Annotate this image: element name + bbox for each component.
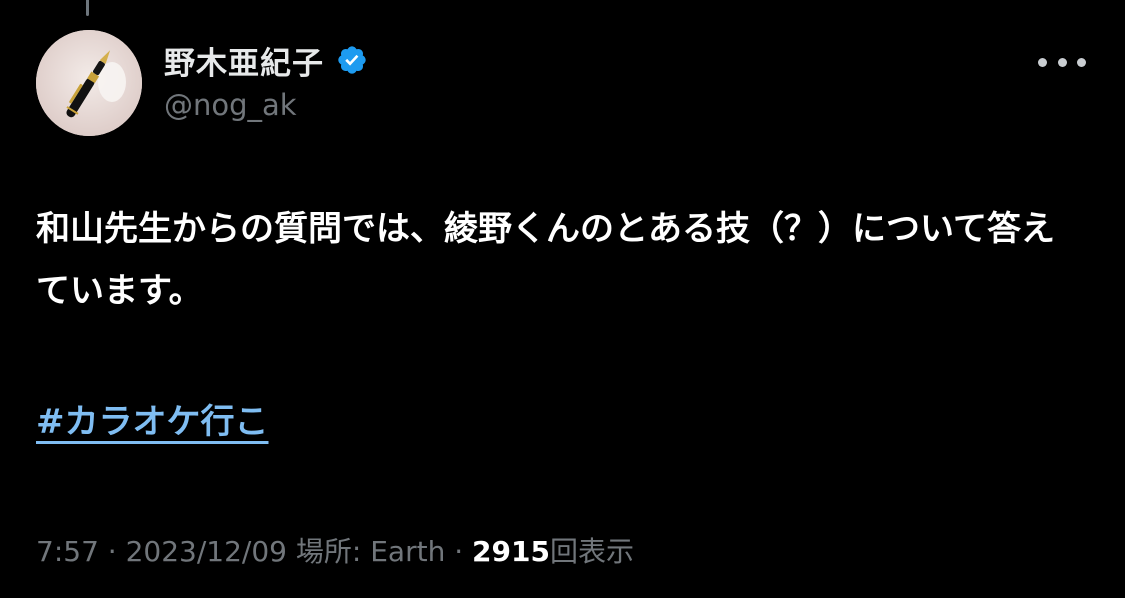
avatar[interactable] [36,30,142,136]
meta-separator: · [454,535,464,568]
tweet-header: 野木亜紀子 @nog_ak [164,38,368,122]
more-dot [1038,57,1047,67]
tweet-date[interactable]: 2023/12/09 [126,535,287,568]
name-row: 野木亜紀子 [164,38,368,82]
meta-separator: · [107,535,117,568]
hashtag-link[interactable]: #カラオケ行こ [36,394,269,443]
more-options-icon[interactable] [1038,50,1086,74]
more-dot [1057,57,1067,67]
views-label: 回表示 [549,535,634,568]
verified-badge-icon[interactable] [336,44,368,76]
more-dot [1077,57,1086,67]
author-display-name[interactable]: 野木亜紀子 [164,38,324,83]
tweet-meta: 7:57 · 2023/12/09 場所: Earth · 2915回表示 [36,530,634,570]
author-handle[interactable]: @nog_ak [164,88,368,122]
fountain-pen-icon [36,30,142,136]
tweet-time[interactable]: 7:57 [36,535,99,568]
tweet-location[interactable]: 場所: Earth [296,535,445,568]
thread-connector-line [86,0,89,16]
tweet-text: 和山先生からの質問では、綾野くんのとある技（？）について答えています。 [36,209,1055,311]
views-count: 2915 [472,535,550,568]
